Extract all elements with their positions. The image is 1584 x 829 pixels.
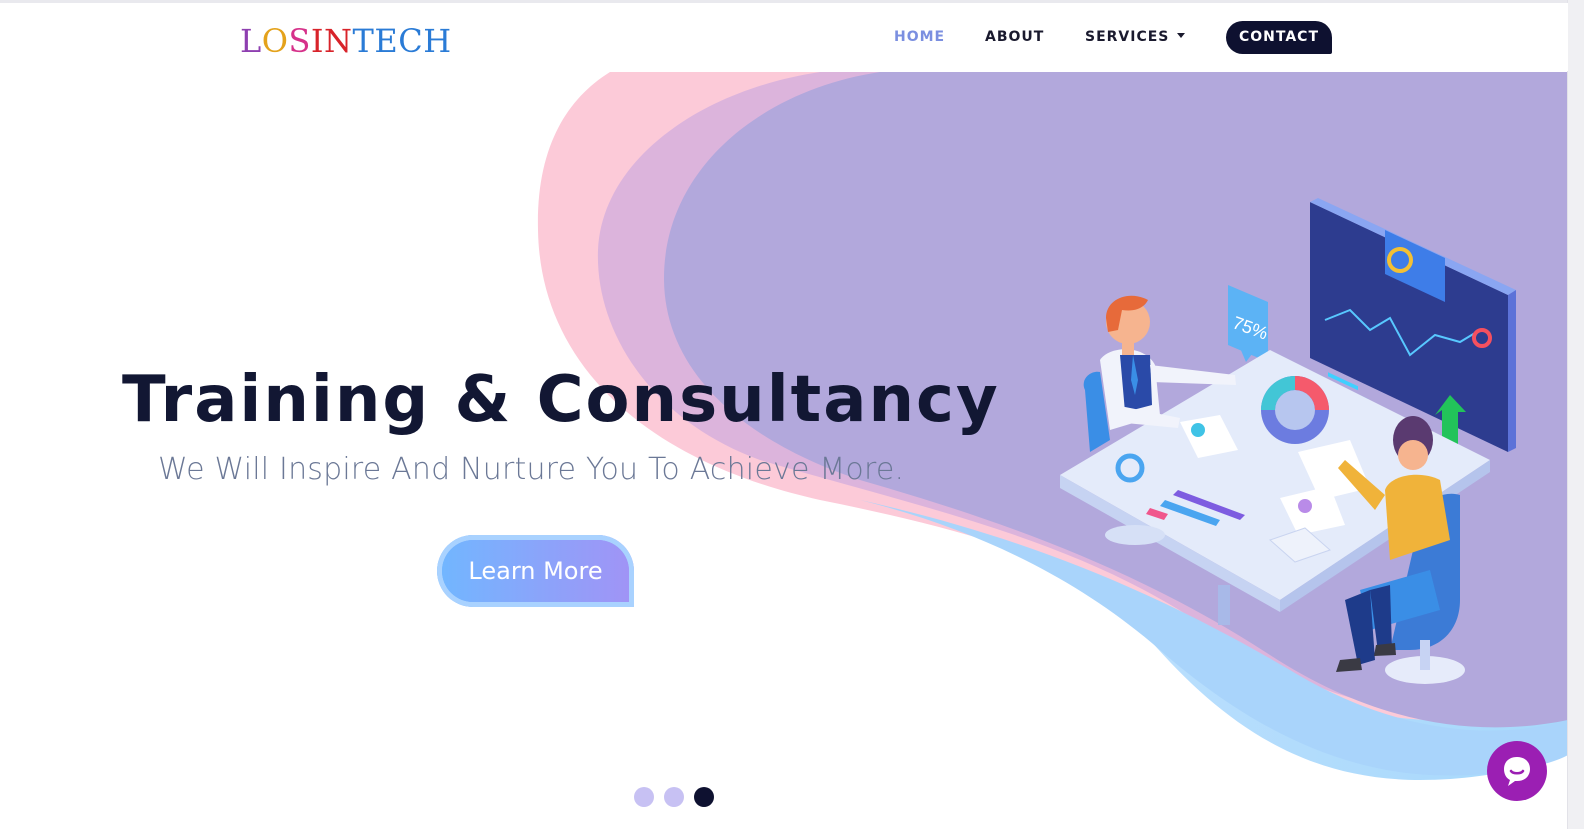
- logo-letter: L: [240, 22, 262, 60]
- nav-services-label: SERVICES: [1085, 29, 1170, 45]
- logo-letter: H: [423, 22, 452, 60]
- logo-letter: C: [398, 22, 424, 60]
- brand-logo[interactable]: LOSINTECH: [240, 23, 452, 59]
- logo-letter: O: [261, 22, 289, 60]
- chat-widget-button[interactable]: [1487, 741, 1547, 801]
- logo-letter: T: [352, 22, 375, 60]
- hero-subtitle: We Will Inspire And Nurture You To Achie…: [158, 452, 905, 487]
- page: LOSINTECH HOME ABOUT SERVICES CONTACT Tr…: [0, 0, 1584, 829]
- learn-more-button[interactable]: Learn More: [437, 535, 634, 607]
- nav-home-link[interactable]: HOME: [894, 28, 945, 46]
- caret-down-icon: [1177, 32, 1186, 38]
- learn-more-label: Learn More: [468, 557, 603, 585]
- hero-title: Training & Consultancy: [122, 363, 1000, 437]
- office-illustration: 75%: [1060, 198, 1516, 684]
- carousel-dot-1[interactable]: [634, 787, 654, 807]
- logo-letter: S: [288, 22, 311, 60]
- stat-card-graphic: 75%: [1228, 285, 1271, 362]
- nav-about-link[interactable]: ABOUT: [985, 28, 1044, 46]
- navbar: LOSINTECH HOME ABOUT SERVICES CONTACT: [0, 3, 1568, 71]
- carousel-dot-2[interactable]: [664, 787, 684, 807]
- nav-services-dropdown[interactable]: SERVICES: [1085, 28, 1186, 46]
- page-scrollbar[interactable]: [1567, 0, 1584, 829]
- logo-letter: E: [374, 22, 399, 60]
- logo-letter: N: [324, 22, 353, 60]
- carousel-dot-3-active[interactable]: [694, 787, 714, 807]
- contact-button[interactable]: CONTACT: [1226, 21, 1332, 54]
- logo-letter: I: [310, 22, 325, 60]
- chat-bubble-icon: [1504, 757, 1530, 786]
